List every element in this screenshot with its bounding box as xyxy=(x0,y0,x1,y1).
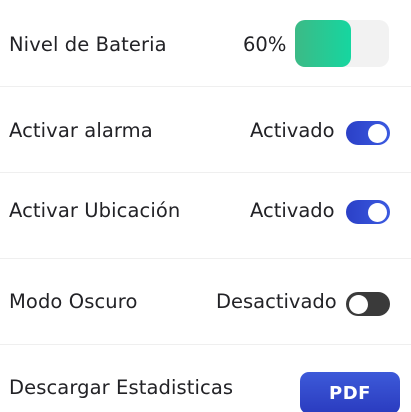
alarm-toggle[interactable] xyxy=(346,121,390,145)
divider xyxy=(0,344,411,345)
battery-fill xyxy=(295,20,352,67)
toggle-knob xyxy=(368,202,387,222)
alarm-status: Activado xyxy=(250,119,335,142)
toggle-knob xyxy=(368,123,387,143)
dark-mode-status: Desactivado xyxy=(216,290,337,313)
dark-mode-toggle[interactable] xyxy=(346,292,390,316)
location-status: Activado xyxy=(250,199,335,222)
battery-percentage: 60% xyxy=(243,33,287,56)
alarm-label: Activar alarma xyxy=(9,119,153,142)
battery-label: Nivel de Bateria xyxy=(9,33,167,56)
download-pdf-button[interactable]: PDF xyxy=(300,372,400,412)
location-toggle[interactable] xyxy=(346,200,390,224)
divider xyxy=(0,172,411,173)
battery-indicator xyxy=(295,20,389,67)
dark-mode-label: Modo Oscuro xyxy=(9,290,138,313)
divider xyxy=(0,86,411,87)
stats-label: Descargar Estadisticas xyxy=(9,376,234,399)
toggle-knob xyxy=(349,294,368,314)
settings-screen: Nivel de Bateria 60% Activar alarma Acti… xyxy=(0,0,411,412)
location-label: Activar Ubicación xyxy=(9,199,181,222)
divider xyxy=(0,258,411,259)
